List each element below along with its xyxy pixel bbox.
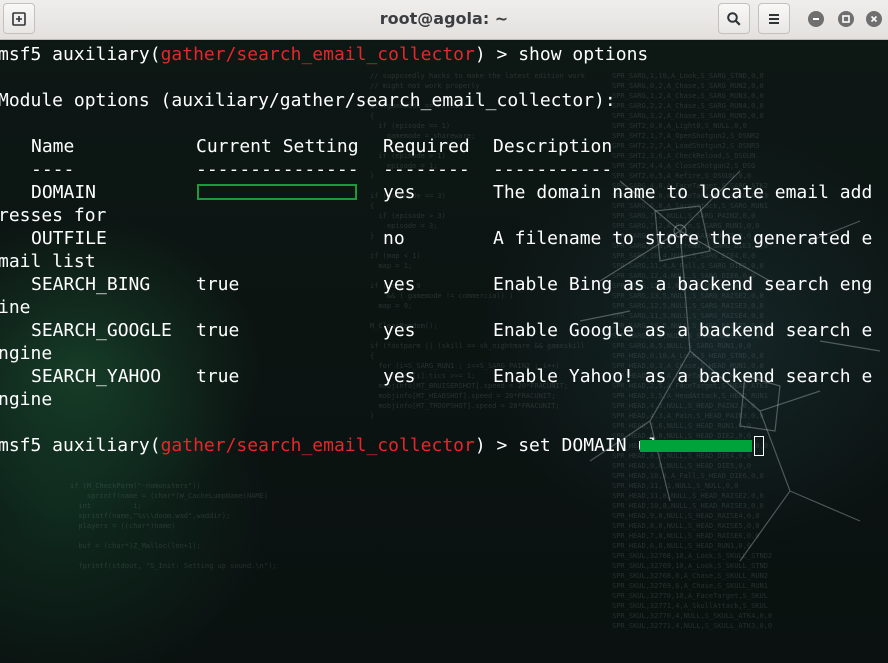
options-header-row: Name Current Setting Required Descriptio… <box>0 135 764 158</box>
prompt-suffix: ) > <box>474 435 519 456</box>
title-bar: root@agola: ~ <box>0 0 888 40</box>
redacted-setting-box <box>197 184 357 200</box>
option-required: yes <box>383 182 416 203</box>
column-description: Description <box>493 136 613 157</box>
option-required: no <box>383 228 405 249</box>
option-description: The domain name to locate email add <box>493 182 873 203</box>
maximize-icon <box>842 15 850 23</box>
option-description-wrap: ngine <box>0 343 53 364</box>
underline-required: -------- <box>383 159 470 180</box>
text-cursor <box>753 436 764 456</box>
option-required: yes <box>383 320 416 341</box>
search-button[interactable] <box>718 3 750 34</box>
option-row: SEARCH_YAHOO true yes Enable Yahoo! as a… <box>0 365 872 388</box>
option-row: DOMAIN yes The domain name to locate ema… <box>0 181 872 204</box>
underline-setting: --------------- <box>196 159 359 180</box>
command-show-options: show options <box>518 44 649 65</box>
menu-button[interactable] <box>758 3 790 34</box>
option-description: Enable Yahoo! as a backend search e <box>493 366 873 387</box>
option-row: OUTFILE no A filename to store the gener… <box>0 227 872 250</box>
prompt-line-2[interactable]: msf5 auxiliary(gather/search_email_colle… <box>0 434 764 457</box>
module-path: gather/search_email_collector <box>160 435 475 456</box>
module-options-header: Module options (auxiliary/gather/search_… <box>0 90 616 111</box>
option-name: SEARCH_YAHOO <box>31 366 162 387</box>
option-description-wrap: ine <box>0 297 31 318</box>
option-name: SEARCH_GOOGLE <box>31 320 172 341</box>
maximize-button[interactable] <box>838 11 854 27</box>
terminal-output: msf5 auxiliary(gather/search_email_colle… <box>0 43 872 457</box>
column-required: Required <box>383 136 470 157</box>
option-description: Enable Google as a backend search e <box>493 320 873 341</box>
option-required: yes <box>383 274 416 295</box>
redaction-highlight <box>639 440 752 452</box>
option-description-wrap: ngine <box>0 389 53 410</box>
underline-description: ----------- <box>493 159 613 180</box>
prompt-suffix: ) > <box>474 44 519 65</box>
close-button[interactable] <box>866 11 882 27</box>
option-row: SEARCH_GOOGLE true yes Enable Google as … <box>0 319 872 342</box>
hamburger-menu-icon <box>769 13 779 24</box>
window-title: root@agola: ~ <box>379 9 509 28</box>
option-description: Enable Bing as a backend search eng <box>493 274 873 295</box>
minimize-button[interactable] <box>808 11 824 27</box>
option-name: SEARCH_BING <box>31 274 151 295</box>
prompt-line-1: msf5 auxiliary(gather/search_email_colle… <box>0 43 764 66</box>
column-name: Name <box>31 136 75 157</box>
column-current-setting: Current Setting <box>196 136 359 157</box>
underline-name: ---- <box>31 159 75 180</box>
close-icon <box>870 15 878 23</box>
option-setting: true <box>196 366 240 387</box>
option-description-wrap: resses for <box>0 205 107 226</box>
minimize-icon <box>813 18 819 20</box>
prompt-prefix: msf5 auxiliary( <box>0 44 161 65</box>
option-required: yes <box>383 366 416 387</box>
option-name: OUTFILE <box>31 228 107 249</box>
option-description: A filename to store the generated e <box>493 228 873 249</box>
option-setting: true <box>196 274 240 295</box>
wallpaper-code-left: if (M_CheckParm("-nomonsters")) sprintf(… <box>70 482 277 570</box>
option-row: SEARCH_BING true yes Enable Bing as a ba… <box>0 273 872 296</box>
option-description-wrap: mail list <box>0 251 96 272</box>
search-icon <box>727 11 741 26</box>
module-path: gather/search_email_collector <box>160 44 475 65</box>
option-name: DOMAIN <box>31 182 97 203</box>
options-underline-row: ---- --------------- -------- ----------… <box>0 158 764 181</box>
prompt-prefix: msf5 auxiliary( <box>0 435 161 456</box>
terminal-area[interactable]: // supposedly hacks to make the latest e… <box>0 41 888 663</box>
option-setting: true <box>196 320 240 341</box>
